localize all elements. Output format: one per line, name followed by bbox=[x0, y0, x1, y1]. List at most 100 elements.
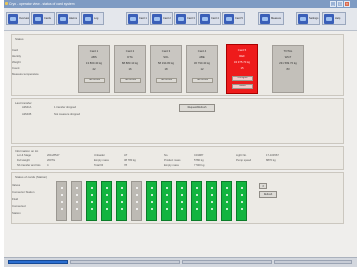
toolbar-button-measure[interactable]: Measure bbox=[258, 12, 284, 25]
card-5-panel-alarm: Card 5 REF 34 375.70 kg 15 Configure Res… bbox=[226, 44, 258, 94]
card-count: 83 bbox=[286, 67, 290, 71]
info-key: Nb transfer and lots bbox=[17, 164, 41, 167]
toolbar-button-help[interactable]: Help bbox=[322, 12, 346, 25]
card-name: Card 4 bbox=[197, 49, 207, 53]
toolbar-button-card-2[interactable]: Card 2 bbox=[150, 12, 173, 25]
card-weight: 13 860.40 kg bbox=[85, 61, 103, 65]
application-window: Cryo - operator view - status of card sy… bbox=[4, 0, 357, 267]
plant-column-green[interactable] bbox=[206, 181, 217, 221]
indicator-dot bbox=[195, 208, 198, 210]
toolbar-button-card-1[interactable]: Card 1 bbox=[126, 12, 149, 25]
toolbar-button-overview[interactable]: Overview bbox=[6, 12, 30, 25]
minimize-icon[interactable]: _ bbox=[330, 1, 336, 7]
transfer-id: A2MCA bbox=[22, 106, 32, 109]
card-weight: 231 599.70 kg bbox=[279, 61, 297, 65]
indicator-dot bbox=[210, 187, 213, 189]
toolbar-button-cards[interactable]: Cards bbox=[31, 12, 55, 25]
card-4-panel: Card 4 ABE 36 790.40 kg 12 Set on-line bbox=[186, 45, 218, 93]
info-value: 78 bbox=[124, 164, 127, 167]
settings-icon bbox=[298, 13, 308, 24]
card-3-panel: Card 3 SOL 58 194.80 kg 18 Set on-line bbox=[150, 45, 182, 93]
info-key: Total fill bbox=[94, 164, 103, 167]
info-value: 38 780 kg bbox=[124, 159, 136, 162]
indicator-dot bbox=[240, 201, 243, 203]
toolbar-button-settings[interactable]: Settings bbox=[296, 12, 320, 25]
card-id: SOL bbox=[163, 55, 169, 59]
close-icon[interactable]: × bbox=[344, 1, 350, 7]
card-2-button[interactable]: Set on-line bbox=[120, 78, 141, 83]
card-id: WGT bbox=[284, 55, 292, 59]
plant-row-label: Connector Station bbox=[12, 190, 35, 194]
indicator-dot bbox=[120, 208, 123, 210]
card-5-configure-button[interactable]: Configure bbox=[232, 76, 253, 81]
info-value: 4 bbox=[47, 164, 49, 167]
statusbar-segment bbox=[182, 260, 272, 264]
plant-row-label: Connected bbox=[12, 204, 26, 208]
card-weight: 36 790.40 kg bbox=[193, 61, 211, 65]
indicator-dot bbox=[150, 201, 153, 203]
request-refresh-button[interactable]: Request/Refresh bbox=[179, 104, 215, 112]
alarm-icon bbox=[58, 13, 68, 24]
plant-column-green[interactable] bbox=[101, 181, 112, 221]
cards-icon bbox=[33, 13, 43, 24]
indicator-dot bbox=[135, 208, 138, 210]
plant-column-green[interactable] bbox=[146, 181, 157, 221]
card-4-button[interactable]: Set on-line bbox=[192, 78, 213, 83]
card-count: 12 bbox=[200, 67, 204, 71]
plant-side-value[interactable]: 3 bbox=[259, 183, 267, 189]
card-icon bbox=[152, 13, 162, 24]
plant-column-green[interactable] bbox=[191, 181, 202, 221]
info-key: Empty mass bbox=[164, 164, 179, 167]
indicator-dot bbox=[135, 194, 138, 196]
plant-column-green[interactable] bbox=[221, 181, 232, 221]
plant-column-gray[interactable] bbox=[131, 181, 142, 221]
card-id: REF bbox=[239, 54, 245, 58]
card-1-button[interactable]: Set on-line bbox=[84, 78, 105, 83]
info-key: Full weight bbox=[17, 159, 30, 162]
indicator-dot bbox=[120, 187, 123, 189]
card-2-panel: Card 2 DTA 88 883.10 kg 16 Set on-line bbox=[114, 45, 146, 93]
toolbar-button-card-4[interactable]: Card 4 bbox=[198, 12, 221, 25]
plant-row-label: Station bbox=[12, 211, 21, 215]
plant-column-green[interactable] bbox=[86, 181, 97, 221]
indicator-dot bbox=[60, 201, 63, 203]
plant-row-label: Fluid bbox=[12, 197, 19, 201]
card-id: ABS bbox=[91, 55, 97, 59]
toolbar: Overview Cards Alarms Log Card 1 Card 2 … bbox=[4, 8, 357, 31]
plant-column-gray[interactable] bbox=[71, 181, 82, 221]
toolbar-button-card-3[interactable]: Card 3 bbox=[174, 12, 197, 25]
plant-column-green[interactable] bbox=[161, 181, 172, 221]
maximize-icon[interactable]: □ bbox=[337, 1, 343, 7]
indicator-dot bbox=[180, 201, 183, 203]
toolbar-button-alarms[interactable]: Alarms bbox=[56, 12, 80, 25]
plant-refresh-button[interactable]: Refresh bbox=[259, 191, 277, 198]
indicator-dot bbox=[165, 201, 168, 203]
card-3-button[interactable]: Set on-line bbox=[156, 78, 177, 83]
card-count: 15 bbox=[240, 66, 244, 70]
last-transfer-title: Last transfer bbox=[15, 101, 32, 105]
card-name: Card 1 bbox=[89, 49, 99, 53]
transfer-id: A2MCB bbox=[22, 113, 32, 116]
overview-icon bbox=[8, 13, 18, 24]
plant-column-gray[interactable] bbox=[56, 181, 67, 221]
card-id: DTA bbox=[127, 55, 133, 59]
plant-column-green[interactable] bbox=[236, 181, 247, 221]
indicator-dot bbox=[210, 208, 213, 210]
card-icon bbox=[176, 13, 186, 24]
toolbar-button-log[interactable]: Log bbox=[81, 12, 104, 25]
toolbar-button-card-5[interactable]: Card 5 bbox=[222, 12, 245, 25]
indicator-dot bbox=[90, 187, 93, 189]
indicator-dot bbox=[225, 208, 228, 210]
info-value: 17-104567 bbox=[266, 154, 279, 157]
indicator-dot bbox=[75, 187, 78, 189]
info-value: 8870 kg bbox=[266, 159, 276, 162]
transfer-text: 1 transfer dropped bbox=[54, 106, 76, 109]
plant-column-green[interactable] bbox=[116, 181, 127, 221]
indicator-dot bbox=[180, 208, 183, 210]
indicator-dot bbox=[210, 194, 213, 196]
lot-info-title: Information on lot bbox=[15, 149, 39, 153]
plant-column-green[interactable] bbox=[176, 181, 187, 221]
card-5-reset-button[interactable]: Reset bbox=[232, 84, 253, 89]
indicator-dot bbox=[135, 187, 138, 189]
card-count: 16 bbox=[128, 67, 132, 71]
